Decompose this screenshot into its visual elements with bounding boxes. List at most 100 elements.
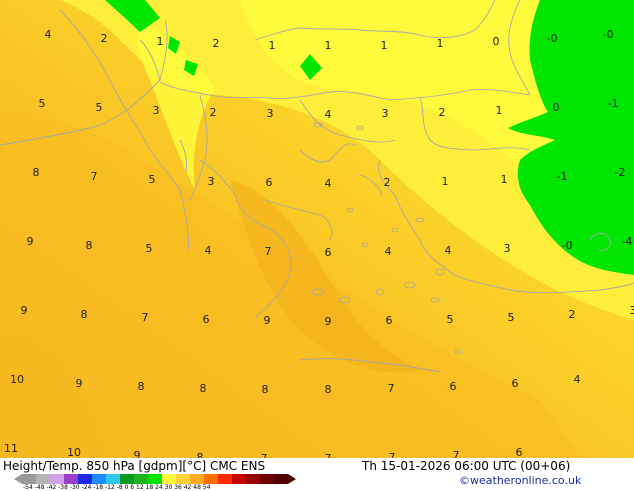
temp-value-label: 5 xyxy=(146,242,153,255)
temp-value-label: -0 xyxy=(547,32,558,45)
temp-value-label: 4 xyxy=(325,108,332,121)
temp-value-label: 11 xyxy=(4,442,18,455)
temp-value-label: -4 xyxy=(622,235,633,248)
temp-value-label: 6 xyxy=(386,314,393,327)
temp-value-label: 7 xyxy=(389,451,396,458)
temp-value-label: 9 xyxy=(76,377,83,390)
temp-value-label: -2 xyxy=(615,166,626,179)
colorbar-low-arrow xyxy=(14,474,22,484)
temp-value-label: 8 xyxy=(86,239,93,252)
colorbar-segment xyxy=(120,474,134,484)
colorbar-segment xyxy=(162,474,176,484)
temp-value-label: 3 xyxy=(153,104,160,117)
temp-value-label: 3 xyxy=(504,242,511,255)
temp-value-label: 2 xyxy=(210,106,217,119)
colorbar-segment xyxy=(246,474,260,484)
colorbar-segment xyxy=(92,474,106,484)
temp-value-label: 2 xyxy=(569,308,576,321)
temp-value-label: 9 xyxy=(264,314,271,327)
credit-link[interactable]: ©weatheronline.co.uk xyxy=(459,474,581,487)
temp-value-label: 1 xyxy=(496,104,503,117)
colorbar-segment xyxy=(204,474,218,484)
temp-value-label: 10 xyxy=(67,446,81,458)
temp-value-label: 7 xyxy=(265,245,272,258)
temp-value-label: 1 xyxy=(442,175,449,188)
temp-value-label: 4 xyxy=(385,245,392,258)
colorbar xyxy=(14,474,296,484)
temp-value-label: 6 xyxy=(325,246,332,259)
map-area: 421211110-0-05532343210-1875364211-1-298… xyxy=(0,0,634,458)
temp-value-label: 3 xyxy=(267,107,274,120)
temp-value-label: 6 xyxy=(203,313,210,326)
temp-value-label: 8 xyxy=(197,451,204,458)
temp-value-label: 1 xyxy=(501,173,508,186)
temp-value-label: 3 xyxy=(208,175,215,188)
colorbar-segment xyxy=(106,474,120,484)
temp-value-label: 7 xyxy=(91,170,98,183)
temp-value-label: 8 xyxy=(325,383,332,396)
temp-value-label: 5 xyxy=(39,97,46,110)
temp-value-label: 6 xyxy=(512,377,519,390)
temp-value-label: 5 xyxy=(447,313,454,326)
temp-value-label: 7 xyxy=(453,449,460,458)
temp-value-label: 9 xyxy=(21,304,28,317)
colorbar-segment xyxy=(22,474,36,484)
colorbar-segment xyxy=(64,474,78,484)
colorbar-segment xyxy=(274,474,288,484)
temp-value-label: 9 xyxy=(325,315,332,328)
temp-value-label: 8 xyxy=(200,382,207,395)
temp-value-label: 0 xyxy=(553,101,560,114)
colorbar-segment xyxy=(50,474,64,484)
colorbar-high-arrow xyxy=(288,474,296,484)
temp-value-label: 5 xyxy=(508,311,515,324)
temp-value-label: 10 xyxy=(10,373,24,386)
temp-value-label: 3 xyxy=(630,304,634,317)
temp-value-label: -1 xyxy=(608,97,619,110)
colorbar-segment xyxy=(176,474,190,484)
colorbar-segment xyxy=(218,474,232,484)
temp-value-label: 8 xyxy=(138,380,145,393)
temp-value-label: 8 xyxy=(33,166,40,179)
temp-value-label: 2 xyxy=(213,37,220,50)
temp-value-label: 8 xyxy=(81,308,88,321)
colorbar-segment xyxy=(78,474,92,484)
temp-value-label: 5 xyxy=(96,101,103,114)
temp-value-label: 9 xyxy=(134,449,141,458)
temp-value-label: 9 xyxy=(27,235,34,248)
colorbar-segment xyxy=(36,474,50,484)
temp-value-label: 0 xyxy=(493,35,500,48)
colorbar-segment xyxy=(190,474,204,484)
colorbar-segment xyxy=(148,474,162,484)
temp-value-label: 3 xyxy=(382,107,389,120)
temp-value-label: 7 xyxy=(142,311,149,324)
temp-value-label: 7 xyxy=(388,382,395,395)
colorbar-segment xyxy=(134,474,148,484)
temp-value-label: -0 xyxy=(603,28,614,41)
map-title: Height/Temp. 850 hPa [gdpm][°C] CMC ENS xyxy=(3,459,265,473)
temp-value-label: -0 xyxy=(562,239,573,252)
temp-value-label: 2 xyxy=(384,176,391,189)
temp-value-label: 1 xyxy=(325,39,332,52)
temp-value-label: 6 xyxy=(450,380,457,393)
temp-value-label: 4 xyxy=(325,177,332,190)
temp-value-label: 4 xyxy=(45,28,52,41)
temp-value-label: 2 xyxy=(101,32,108,45)
colorbar-segment xyxy=(232,474,246,484)
temp-value-label: 1 xyxy=(437,37,444,50)
valid-time: Th 15-01-2026 06:00 UTC (00+06) xyxy=(362,459,570,473)
temp-value-label: 1 xyxy=(381,39,388,52)
temp-value-label: 8 xyxy=(262,383,269,396)
temp-value-label: 5 xyxy=(149,173,156,186)
temp-value-label: 6 xyxy=(266,176,273,189)
colorbar-segment xyxy=(260,474,274,484)
temp-value-label: 4 xyxy=(205,244,212,257)
temp-value-label: 4 xyxy=(445,244,452,257)
temp-value-label: 2 xyxy=(439,106,446,119)
footer-bar: Height/Temp. 850 hPa [gdpm][°C] CMC ENS … xyxy=(0,458,634,490)
temp-value-label: 1 xyxy=(157,35,164,48)
temp-value-label: 1 xyxy=(269,39,276,52)
temp-value-label: 4 xyxy=(574,373,581,386)
temp-value-label: -1 xyxy=(557,170,568,183)
temperature-map: 421211110-0-05532343210-1875364211-1-298… xyxy=(0,0,634,458)
temp-value-label: 6 xyxy=(516,446,523,458)
